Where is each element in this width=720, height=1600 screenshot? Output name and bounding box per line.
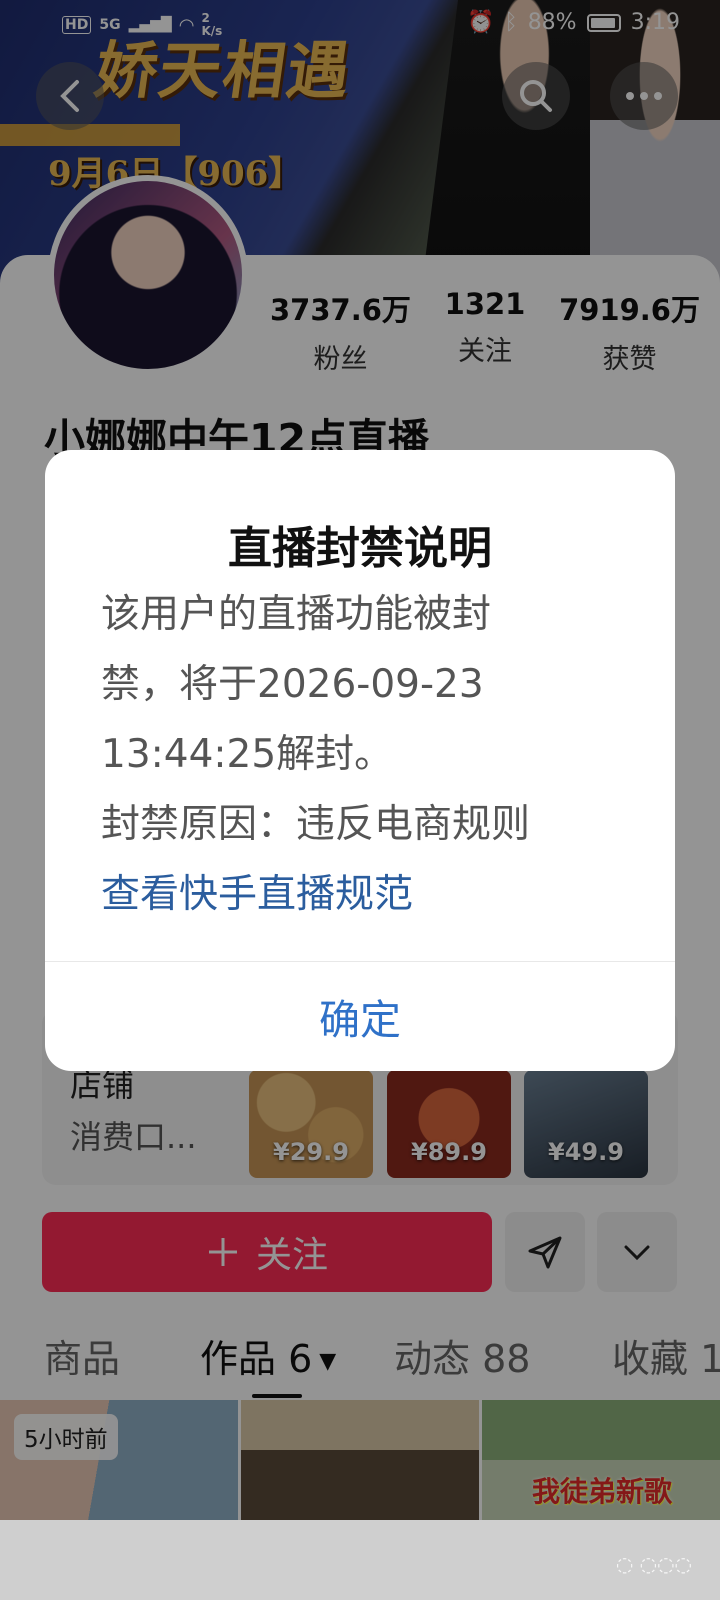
ban-notice-dialog: 直播封禁说明 该用户的直播功能被封 禁，将于2026-09-23 13:44:2… [45, 450, 675, 1071]
dialog-line: 13:44:25解封。 [101, 732, 394, 777]
dialog-body: 该用户的直播功能被封 禁，将于2026-09-23 13:44:25解封。 封禁… [101, 580, 621, 930]
dialog-line: 该用户的直播功能被封 [101, 592, 492, 637]
watermark-icon: ◌ ◌◌◌ [615, 1552, 692, 1576]
dialog-title: 直播封禁说明 [228, 523, 492, 574]
confirm-button[interactable]: 确定 [45, 961, 675, 1071]
dialog-line: 封禁原因：违反电商规则 [101, 802, 531, 847]
bottom-bar [0, 1520, 720, 1600]
live-rules-link[interactable]: 查看快手直播规范 [101, 860, 621, 930]
dialog-line: 禁，将于2026-09-23 [101, 662, 484, 707]
